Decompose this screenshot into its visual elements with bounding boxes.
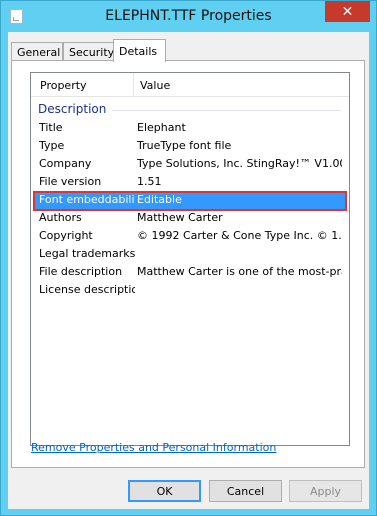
property-value: © 1992 Carter & Cone Type Inc. © 1... xyxy=(137,229,342,242)
property-name: Company xyxy=(39,157,92,170)
property-value: Type Solutions, Inc. StingRay!™ V1.00. xyxy=(137,157,342,170)
window-title: ELEPHNT.TTF Properties xyxy=(105,8,272,24)
property-name: Font embeddability xyxy=(39,193,135,206)
row-legal-trademarks[interactable]: Legal trademarks xyxy=(33,245,345,263)
row-font-embeddability[interactable]: Font embeddability Editable xyxy=(33,191,345,209)
property-value: Matthew Carter is one of the most-pra... xyxy=(137,265,342,278)
tab-details[interactable]: Details xyxy=(113,39,166,62)
group-label: Description xyxy=(38,102,107,116)
column-header-value[interactable]: Value xyxy=(135,73,345,97)
column-header-property[interactable]: Property xyxy=(33,73,134,97)
property-name: File version xyxy=(39,175,102,188)
property-name: File description xyxy=(39,265,123,278)
property-value: Elephant xyxy=(137,121,186,134)
property-value: Editable xyxy=(137,193,182,206)
property-name: Type xyxy=(39,139,65,152)
row-company[interactable]: Company Type Solutions, Inc. StingRay!™ V… xyxy=(33,155,345,173)
row-file-description[interactable]: File description Matthew Carter is one of… xyxy=(33,263,345,281)
property-name: Legal trademarks xyxy=(39,247,135,260)
group-header-description: Description xyxy=(33,100,345,118)
properties-window: ELEPHNT.TTF Properties ✕ General Securit… xyxy=(0,0,377,516)
row-authors[interactable]: Authors Matthew Carter xyxy=(33,209,345,227)
property-value: 1.51 xyxy=(137,175,162,188)
row-file-version[interactable]: File version 1.51 xyxy=(33,173,345,191)
list-header: Property Value xyxy=(31,73,349,97)
group-divider xyxy=(112,110,341,111)
property-name: License description xyxy=(39,283,135,296)
properties-list[interactable]: Property Value Description Title Elephant… xyxy=(30,72,350,446)
tab-security[interactable]: Security xyxy=(63,42,114,61)
apply-button[interactable]: Apply xyxy=(289,480,362,502)
property-name: Title xyxy=(39,121,63,134)
dialog-client: General Security Details Property Value … xyxy=(8,32,369,509)
details-panel: Property Value Description Title Elephant… xyxy=(11,60,365,468)
property-rows: Title Elephant Type TrueType font file Com… xyxy=(33,119,345,299)
row-license-description[interactable]: License description xyxy=(33,281,345,299)
cancel-button[interactable]: Cancel xyxy=(209,480,282,502)
title-bar[interactable]: ELEPHNT.TTF Properties ✕ xyxy=(1,1,376,32)
row-type[interactable]: Type TrueType font file xyxy=(33,137,345,155)
remove-properties-link[interactable]: Remove Properties and Personal Informati… xyxy=(31,441,276,454)
row-title[interactable]: Title Elephant xyxy=(33,119,345,137)
property-value: Matthew Carter xyxy=(137,211,223,224)
property-value: TrueType font file xyxy=(137,139,232,152)
property-name: Authors xyxy=(39,211,82,224)
tab-general[interactable]: General xyxy=(11,42,63,61)
row-copyright[interactable]: Copyright © 1992 Carter & Cone Type Inc. … xyxy=(33,227,345,245)
ok-button[interactable]: OK xyxy=(128,480,201,502)
property-name: Copyright xyxy=(39,229,93,242)
close-button[interactable]: ✕ xyxy=(325,1,370,22)
